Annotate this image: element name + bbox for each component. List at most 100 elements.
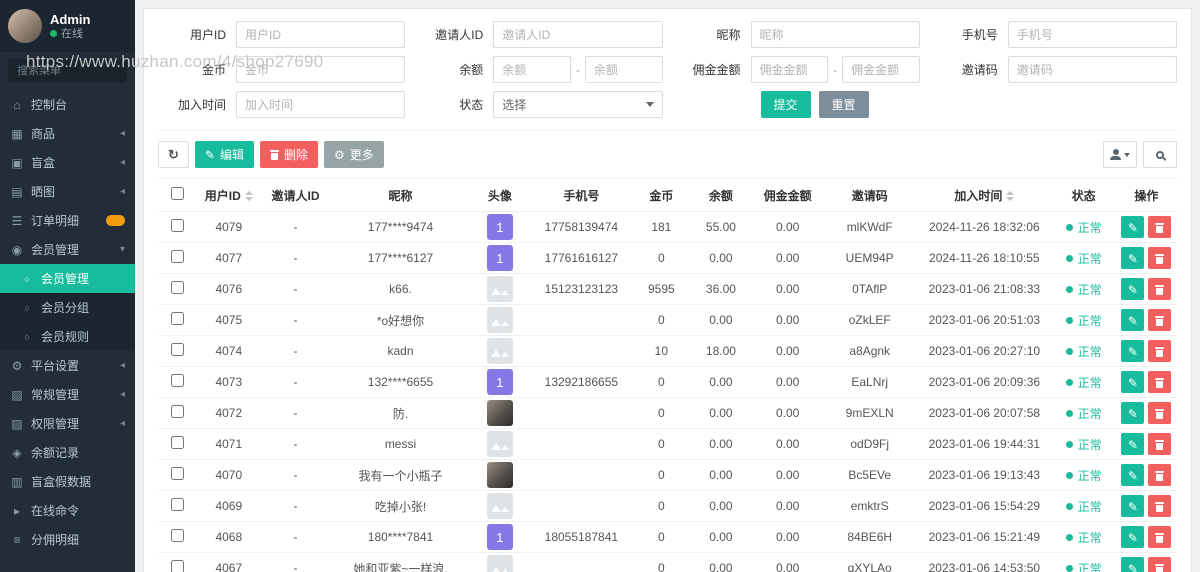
row-delete-button[interactable] [1148, 433, 1172, 455]
row-edit-button[interactable] [1121, 309, 1145, 331]
row-checkbox[interactable] [170, 529, 184, 542]
sidebar-item-会员管理[interactable]: ○ 会员管理 [0, 264, 135, 293]
sidebar-item-label: 余额记录 [31, 446, 80, 460]
cell-inviter_id: - [260, 459, 331, 491]
user-status: 在线 [50, 27, 90, 41]
column-label: 邀请人ID [271, 188, 320, 203]
row-edit-button[interactable] [1121, 278, 1145, 300]
row-delete-button[interactable] [1148, 309, 1172, 331]
sidebar-item-会员分组[interactable]: ○ 会员分组 [0, 293, 135, 322]
balance-max-input[interactable] [584, 56, 663, 83]
row-edit-button[interactable] [1121, 557, 1145, 572]
row-edit-button[interactable] [1121, 464, 1145, 486]
row-checkbox[interactable] [170, 405, 184, 418]
row-delete-button[interactable] [1148, 247, 1172, 269]
balance-min-input[interactable] [493, 56, 571, 83]
row-checkbox[interactable] [170, 343, 184, 356]
row-checkbox[interactable] [170, 436, 184, 449]
cell-operations [1115, 304, 1177, 336]
row-delete-button[interactable] [1148, 464, 1172, 486]
row-delete-button[interactable] [1148, 371, 1172, 393]
invite-code-input[interactable] [1007, 56, 1177, 83]
sidebar-item-会员管理[interactable]: ◉ 会员管理 ▾ [0, 235, 135, 264]
row-delete-button[interactable] [1148, 216, 1172, 238]
cell-checkbox [158, 242, 197, 274]
sidebar-item-盲盒假数据[interactable]: ▥ 盲盒假数据 [0, 467, 135, 496]
sidebar-item-label: 权限管理 [31, 417, 80, 431]
row-checkbox[interactable] [170, 219, 184, 232]
cell-checkbox [158, 211, 197, 243]
join-time-input[interactable] [236, 91, 406, 118]
sort-icon[interactable] [1006, 191, 1015, 202]
row-delete-button[interactable] [1148, 557, 1172, 572]
row-delete-button[interactable] [1148, 340, 1172, 362]
row-edit-button[interactable] [1121, 371, 1145, 393]
pencil-icon [1128, 313, 1138, 328]
sidebar-item-分佣明细[interactable]: ≡ 分佣明细 [0, 525, 135, 554]
column-header-user_id[interactable]: 用户ID [196, 178, 261, 212]
row-checkbox[interactable] [170, 498, 184, 511]
sidebar-item-平台设置[interactable]: ⚙ 平台设置 ◂ [0, 351, 135, 380]
cell-status: 正常 [1051, 552, 1116, 572]
row-checkbox[interactable] [170, 560, 184, 572]
sidebar-item-常规管理[interactable]: ▧ 常规管理 ◂ [0, 380, 135, 409]
cell-join_time: 2023-01-06 15:54:29 [917, 490, 1052, 522]
cell-join_time: 2023-01-06 20:51:03 [917, 304, 1052, 336]
cell-user_id: 4076 [196, 273, 261, 305]
select-all-checkbox[interactable] [170, 187, 184, 200]
cell-balance: 0.00 [688, 366, 754, 398]
sidebar-item-盲盒[interactable]: ▣ 盲盒 ◂ [0, 148, 135, 177]
column-header-join_time[interactable]: 加入时间 [917, 178, 1052, 212]
row-checkbox[interactable] [170, 374, 184, 387]
sidebar-item-控制台[interactable]: ⌂ 控制台 [0, 90, 135, 119]
cell-user_id: 4079 [196, 211, 261, 243]
commission-max-input[interactable] [842, 56, 920, 83]
submit-button[interactable]: 提交 [760, 91, 811, 118]
sidebar-item-余额记录[interactable]: ◈ 余额记录 [0, 438, 135, 467]
row-delete-button[interactable] [1148, 402, 1172, 424]
sidebar-item-订单明细[interactable]: ☰ 订单明细 [0, 206, 135, 235]
commission-min-input[interactable] [750, 56, 829, 83]
row-edit-button[interactable] [1121, 340, 1145, 362]
row-checkbox[interactable] [170, 281, 184, 294]
delete-button[interactable]: 删除 [259, 141, 318, 168]
table-toolbar: 编辑 删除 更多 [158, 131, 1177, 178]
sidebar-item-会员规则[interactable]: ○ 会员规则 [0, 322, 135, 351]
edit-button[interactable]: 编辑 [194, 141, 254, 168]
row-checkbox[interactable] [170, 312, 184, 325]
reset-button[interactable]: 重置 [818, 91, 869, 118]
row-edit-button[interactable] [1121, 526, 1145, 548]
dashboard-icon: ⌂ [13, 97, 21, 112]
sidebar-item-在线命令[interactable]: ▸ 在线命令 [0, 496, 135, 525]
row-checkbox[interactable] [170, 467, 184, 480]
row-delete-button[interactable] [1148, 495, 1172, 517]
menu-search-input[interactable] [8, 59, 127, 83]
gold-input[interactable] [236, 56, 406, 83]
user-id-input[interactable] [236, 21, 406, 48]
column-label: 状态 [1071, 188, 1096, 203]
nickname-input[interactable] [750, 21, 920, 48]
sidebar-item-权限管理[interactable]: ▨ 权限管理 ◂ [0, 409, 135, 438]
cell-gold: 9595 [633, 273, 689, 305]
row-checkbox[interactable] [170, 250, 184, 263]
phone-input[interactable] [1007, 21, 1177, 48]
sidebar-item-商品[interactable]: ▦ 商品 ◂ [0, 119, 135, 148]
row-delete-button[interactable] [1148, 526, 1172, 548]
sort-icon[interactable] [244, 191, 253, 202]
pencil-icon [1128, 344, 1138, 359]
row-edit-button[interactable] [1121, 495, 1145, 517]
search-toggle-button[interactable] [1143, 141, 1177, 168]
inviter-id-input[interactable] [493, 21, 663, 48]
row-edit-button[interactable] [1121, 216, 1145, 238]
row-edit-button[interactable] [1121, 433, 1145, 455]
status-dot-icon [1065, 440, 1073, 448]
sidebar-item-晒图[interactable]: ▤ 晒图 ◂ [0, 177, 135, 206]
row-edit-button[interactable] [1121, 247, 1145, 269]
row-edit-button[interactable] [1121, 402, 1145, 424]
status-select[interactable]: 选择 [493, 91, 663, 118]
row-delete-button[interactable] [1148, 278, 1172, 300]
refresh-button[interactable] [158, 141, 189, 168]
range-separator: - [833, 62, 838, 77]
more-button[interactable]: 更多 [324, 141, 384, 168]
columns-toggle-button[interactable] [1103, 141, 1137, 168]
